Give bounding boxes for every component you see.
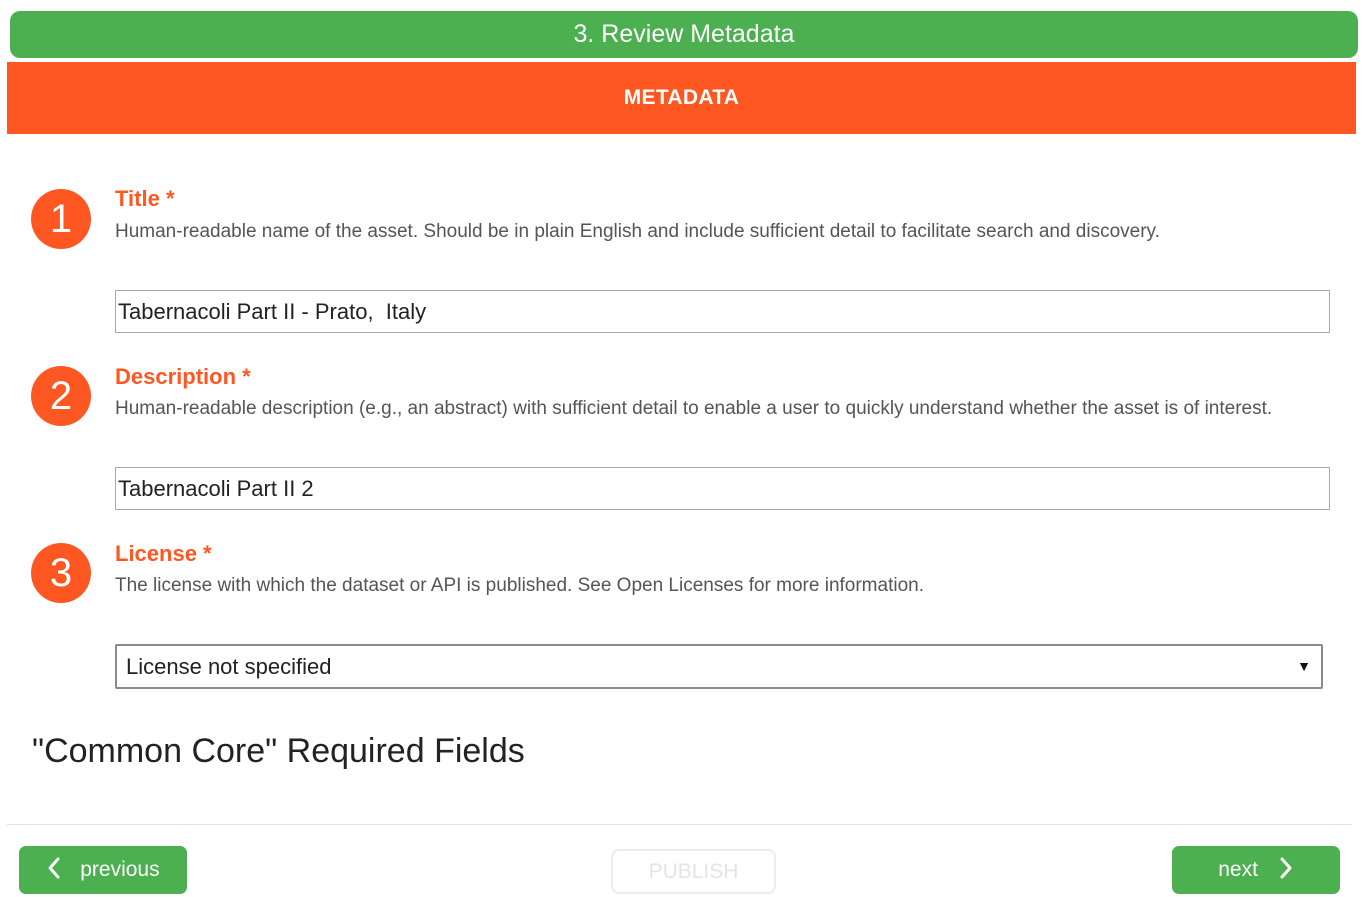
next-button[interactable]: next (1172, 846, 1340, 894)
previous-button-label: previous (80, 858, 160, 881)
license-selected-value: License not specified (126, 654, 332, 679)
step-header: 3. Review Metadata (10, 11, 1358, 58)
description-input[interactable] (115, 467, 1330, 510)
license-select[interactable]: License not specified ▼ (115, 644, 1323, 689)
previous-button[interactable]: previous (19, 846, 187, 894)
step-number-badge: 3 (31, 543, 91, 603)
title-label: Title * (115, 186, 175, 211)
title-input[interactable] (115, 290, 1330, 333)
license-label: License * (115, 541, 212, 566)
footer-divider (7, 824, 1352, 825)
chevron-left-icon (48, 857, 60, 879)
step-number-badge: 1 (31, 189, 91, 249)
caret-down-icon: ▼ (1297, 658, 1311, 674)
description-label: Description * (115, 364, 251, 389)
title-help-text: Human-readable name of the asset. Should… (115, 221, 1160, 242)
next-button-label: next (1218, 858, 1258, 881)
publish-button[interactable]: PUBLISH (611, 849, 776, 894)
step-number-badge: 2 (31, 366, 91, 426)
chevron-right-icon (1280, 857, 1292, 879)
license-help-text: The license with which the dataset or AP… (115, 575, 924, 596)
section-header: METADATA (7, 62, 1356, 134)
review-metadata-page: 3. Review Metadata METADATA 1 Title * Hu… (0, 0, 1366, 897)
description-help-text: Human-readable description (e.g., an abs… (115, 398, 1273, 419)
common-core-heading: "Common Core" Required Fields (32, 732, 525, 770)
